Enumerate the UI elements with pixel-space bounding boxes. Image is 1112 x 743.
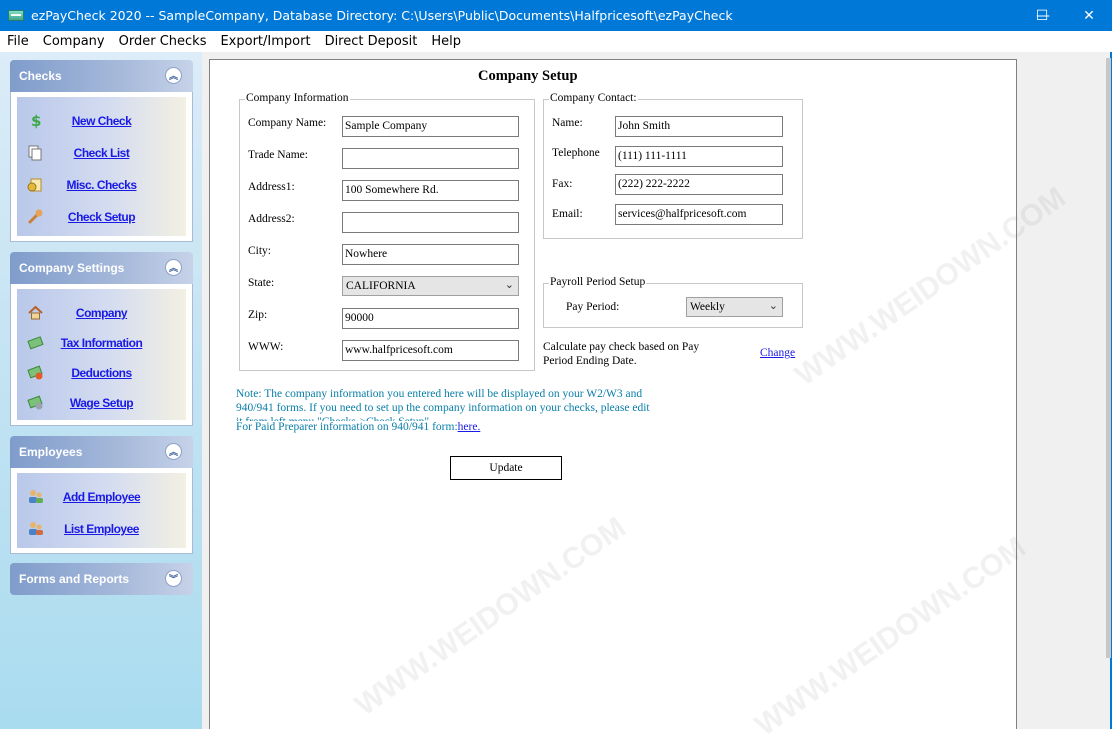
calc-text-2: Period Ending Date. xyxy=(543,355,637,367)
sidebar-item-add-employee[interactable]: Add Employee xyxy=(17,486,186,508)
sidebar-item-list-employee[interactable]: List Employee xyxy=(17,518,186,540)
sidebar-item-check-setup[interactable]: Check Setup xyxy=(17,206,186,228)
company-information-group: Company Information xyxy=(239,92,535,371)
maximize-button[interactable]: ☐ xyxy=(1019,0,1065,31)
collapse-up-icon[interactable]: ︽ xyxy=(165,259,182,276)
pay-period-select[interactable]: Weekly ⌄ xyxy=(686,297,783,317)
pay-period-value: Weekly xyxy=(690,301,725,313)
page-title: Company Setup xyxy=(478,68,578,84)
company-name-field[interactable]: Sample Company xyxy=(342,116,519,137)
chevron-down-icon: ⌄ xyxy=(768,299,778,312)
watermark: WWW.WEIDOWN.COM xyxy=(349,510,632,723)
misc-checks-link[interactable]: Misc. Checks xyxy=(17,178,186,192)
window-title: ezPayCheck 2020 -- SampleCompany, Databa… xyxy=(31,8,733,23)
menu-bar: File Company Order Checks Export/Import … xyxy=(0,31,1112,52)
panel-header-employees[interactable]: Employees ︽ xyxy=(10,436,193,468)
company-contact-legend: Company Contact: xyxy=(549,92,638,104)
panel-title-checks: Checks xyxy=(19,69,62,83)
update-button[interactable]: Update xyxy=(450,456,562,480)
contact-name-field[interactable]: John Smith xyxy=(615,116,783,137)
panel-header-checks[interactable]: Checks ︽ xyxy=(10,60,193,92)
www-label: WWW: xyxy=(248,341,284,353)
menu-export-import[interactable]: Export/Import xyxy=(213,34,317,49)
panel-body-company-settings: Company Tax Information Deductions Wage … xyxy=(10,284,193,426)
company-setup-page: Company Setup Company Information Compan… xyxy=(209,59,1072,742)
sidebar-item-tax-information[interactable]: Tax Information xyxy=(17,332,186,354)
list-employee-link[interactable]: List Employee xyxy=(17,522,186,536)
note-line-4: For Paid Preparer information on 940/941… xyxy=(236,420,796,434)
maximize-icon: ☐ xyxy=(1035,7,1049,24)
email-field[interactable]: services@halfpricesoft.com xyxy=(615,204,783,225)
new-check-link[interactable]: New Check xyxy=(17,114,186,128)
panel-title-forms-reports: Forms and Reports xyxy=(19,572,130,586)
fax-label: Fax: xyxy=(552,178,573,190)
state-value: CALIFORNIA xyxy=(346,280,416,292)
menu-help[interactable]: Help xyxy=(424,34,468,49)
telephone-label: Telephone xyxy=(552,147,600,159)
menu-order-checks[interactable]: Order Checks xyxy=(112,34,214,49)
panel-title-employees: Employees xyxy=(19,445,83,459)
add-employee-link[interactable]: Add Employee xyxy=(17,490,186,504)
fax-field[interactable]: (222) 222-2222 xyxy=(615,174,783,195)
note-line-1: Note: The company information you entere… xyxy=(236,388,643,400)
payroll-period-legend: Payroll Period Setup xyxy=(549,276,647,288)
check-list-link[interactable]: Check List xyxy=(17,146,186,160)
title-bar[interactable]: ezPayCheck 2020 -- SampleCompany, Databa… xyxy=(0,0,1112,31)
company-information-legend: Company Information xyxy=(245,92,350,104)
company-link[interactable]: Company xyxy=(17,306,186,320)
sidebar-item-misc-checks[interactable]: Misc. Checks xyxy=(17,174,186,196)
deductions-link[interactable]: Deductions xyxy=(17,366,186,380)
address1-label: Address1: xyxy=(248,181,295,193)
app-icon xyxy=(8,10,24,21)
app-window: ezPayCheck 2020 -- SampleCompany, Databa… xyxy=(0,0,1112,742)
city-field[interactable]: Nowhere xyxy=(342,244,519,265)
collapse-up-icon[interactable]: ︽ xyxy=(165,67,182,84)
calc-text-1: Calculate pay check based on Pay xyxy=(543,341,700,353)
trade-name-field[interactable] xyxy=(342,148,519,169)
wage-setup-link[interactable]: Wage Setup xyxy=(17,396,186,410)
sidebar-item-check-list[interactable]: Check List xyxy=(17,142,186,164)
close-button[interactable]: ✕ xyxy=(1066,0,1112,31)
watermark: WWW.WEIDOWN.COM xyxy=(749,530,1032,743)
sidebar-item-deductions[interactable]: Deductions xyxy=(17,362,186,384)
telephone-field[interactable]: (111) 111-1111 xyxy=(615,146,783,167)
zip-label: Zip: xyxy=(248,309,268,321)
check-setup-link[interactable]: Check Setup xyxy=(17,210,186,224)
sidebar-item-new-check[interactable]: $ New Check xyxy=(17,110,186,132)
sidebar-item-wage-setup[interactable]: Wage Setup xyxy=(17,392,186,414)
paid-preparer-link[interactable]: here. xyxy=(458,421,481,433)
panel-header-forms-reports[interactable]: Forms and Reports ︾ xyxy=(10,563,193,595)
city-label: City: xyxy=(248,245,272,257)
sidebar-item-company[interactable]: Company xyxy=(17,302,186,324)
menu-file[interactable]: File xyxy=(0,34,36,49)
www-field[interactable]: www.halfpricesoft.com xyxy=(342,340,519,361)
menu-company[interactable]: Company xyxy=(36,34,112,49)
contact-name-label: Name: xyxy=(552,117,583,129)
company-name-label: Company Name: xyxy=(248,117,327,129)
state-label: State: xyxy=(248,277,275,289)
note-text: Note: The company information you entere… xyxy=(236,387,796,434)
panel-header-company-settings[interactable]: Company Settings ︽ xyxy=(10,252,193,284)
chevron-down-icon: ⌄ xyxy=(504,278,514,291)
paid-preparer-text: For Paid Preparer information on 940/941… xyxy=(236,421,458,433)
menu-direct-deposit[interactable]: Direct Deposit xyxy=(318,34,425,49)
email-label: Email: xyxy=(552,208,583,220)
address2-label: Address2: xyxy=(248,213,295,225)
note-line-2: 940/941 forms. If you need to set up the… xyxy=(236,402,650,414)
trade-name-label: Trade Name: xyxy=(248,149,308,161)
collapse-up-icon[interactable]: ︽ xyxy=(165,443,182,460)
panel-title-company-settings: Company Settings xyxy=(19,261,125,275)
zip-field[interactable]: 90000 xyxy=(342,308,519,329)
panel-body-checks: $ New Check Check List Misc. Checks Chec… xyxy=(10,92,193,242)
change-link[interactable]: Change xyxy=(760,347,795,359)
tax-information-link[interactable]: Tax Information xyxy=(17,336,186,350)
scrollbar[interactable] xyxy=(1106,58,1111,658)
sidebar: Checks ︽ $ New Check Check List Misc. Ch… xyxy=(0,52,202,729)
expand-down-icon[interactable]: ︾ xyxy=(165,570,182,587)
panel-body-employees: Add Employee List Employee xyxy=(10,468,193,554)
pay-period-label: Pay Period: xyxy=(566,301,620,313)
address1-field[interactable]: 100 Somewhere Rd. xyxy=(342,180,519,201)
address2-field[interactable] xyxy=(342,212,519,233)
state-select[interactable]: CALIFORNIA ⌄ xyxy=(342,276,519,296)
